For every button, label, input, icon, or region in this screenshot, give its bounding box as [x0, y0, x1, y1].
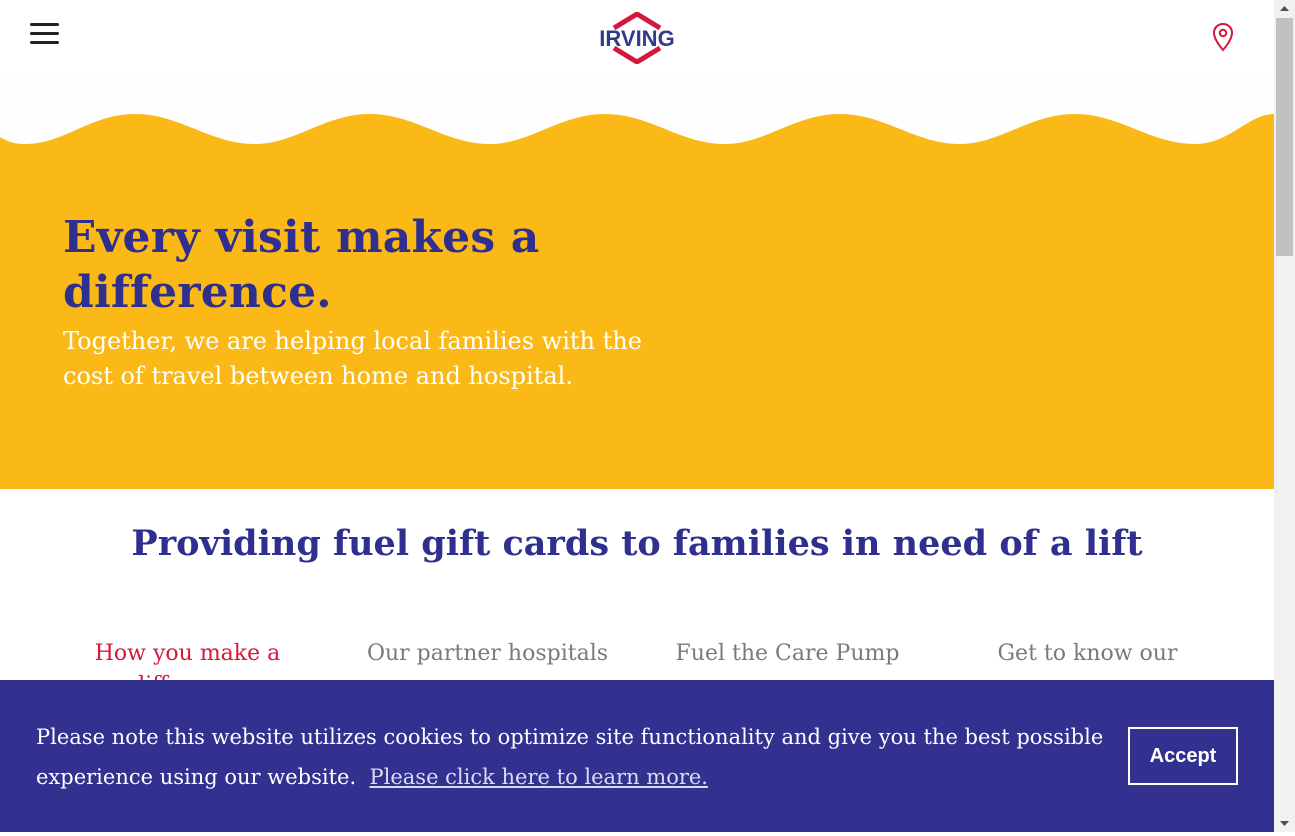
- hero-subtitle: Together, we are helping local families …: [63, 327, 642, 390]
- site-header: IRVING: [0, 0, 1274, 75]
- section-title: Providing fuel gift cards to families in…: [131, 523, 1143, 564]
- scroll-up-arrow-icon[interactable]: [1274, 0, 1295, 17]
- page: IRVING Every visit makes a difference. T…: [0, 0, 1274, 832]
- tab-partner-hospitals[interactable]: Our partner hospitals: [360, 638, 615, 670]
- wave-divider: [0, 100, 1274, 144]
- logo-text: IRVING: [599, 26, 674, 51]
- location-pin-icon[interactable]: [1211, 22, 1235, 52]
- cookie-learn-more-link[interactable]: Please click here to learn more.: [370, 765, 708, 789]
- accept-cookies-button[interactable]: Accept: [1128, 727, 1238, 785]
- scrollbar-thumb[interactable]: [1276, 18, 1293, 256]
- hero-banner: Every visit makes a difference. Together…: [0, 100, 1274, 489]
- hero-title: Every visit makes a difference.: [63, 212, 540, 318]
- cookie-message-container: Please note this website utilizes cookie…: [36, 717, 1106, 797]
- cookie-banner: Please note this website utilizes cookie…: [0, 680, 1274, 832]
- vertical-scrollbar[interactable]: [1274, 0, 1295, 832]
- tab-get-to-know-our[interactable]: Get to know our: [985, 638, 1190, 670]
- scroll-down-arrow-icon[interactable]: [1274, 815, 1295, 832]
- hamburger-menu-icon[interactable]: [30, 23, 60, 49]
- tab-fuel-the-care-pump[interactable]: Fuel the Care Pump: [670, 638, 905, 670]
- irving-logo[interactable]: IRVING: [594, 11, 680, 65]
- logo-emblem-icon: IRVING: [599, 11, 675, 65]
